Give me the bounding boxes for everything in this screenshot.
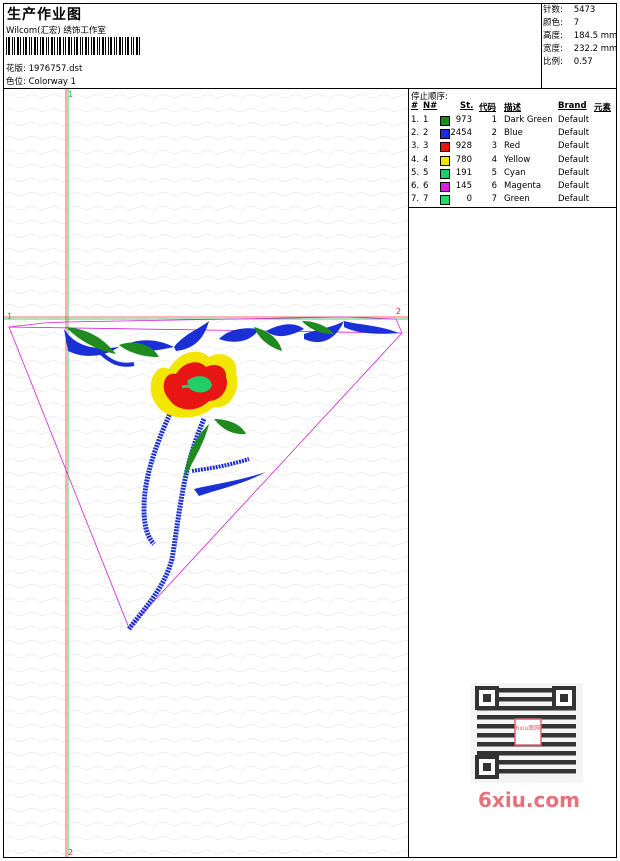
stat-scale: 比例: 0.57 xyxy=(543,57,593,67)
qr-stamp: 6xiu图网 xyxy=(516,725,541,732)
col-code: 代码 xyxy=(479,103,497,113)
colorway-label: 色位: xyxy=(6,77,26,87)
embroidery-design-view: 1 2 1 2 xyxy=(4,89,408,857)
h-marker-right: 2 xyxy=(396,307,401,316)
thread-num: 3. xyxy=(411,141,420,152)
thread-code: 5 xyxy=(491,167,497,178)
h-marker-left: 1 xyxy=(7,312,12,321)
design-stats: 针数: 5473 颜色: 7 高度: 184.5 mm 宽度: 232.2 mm… xyxy=(543,4,617,69)
thread-num: 6. xyxy=(411,181,420,191)
thread-table-header: # N# St. 代码 描述 Brand 元素 xyxy=(410,101,618,113)
thread-code: 7 xyxy=(491,194,497,205)
thread-code: 1 xyxy=(491,115,497,125)
colorway-value: Colorway 1 xyxy=(28,77,77,87)
thread-n: 5 xyxy=(423,167,429,178)
thread-brand: Default xyxy=(558,128,590,139)
thread-n: 3 xyxy=(423,141,429,152)
thread-num: 1. xyxy=(411,115,420,125)
thread-brand: Default xyxy=(558,154,590,165)
thread-code: 4 xyxy=(491,154,497,165)
v-marker-top: 1 xyxy=(68,90,73,99)
thread-code: 6 xyxy=(491,181,497,191)
stat-width: 宽度: 232.2 mm xyxy=(543,44,618,54)
company-name: Wilcom(汇宏) 绣饰工作室 xyxy=(6,26,106,36)
thread-num: 2. xyxy=(411,128,420,139)
watermark-text: 6xiu.com xyxy=(478,788,580,812)
thread-desc: Green xyxy=(504,194,530,205)
thread-color-swatch xyxy=(440,182,450,192)
thread-st: 2454 xyxy=(450,128,472,139)
thread-n: 4 xyxy=(423,154,429,165)
thread-color-swatch xyxy=(440,155,450,166)
thread-color-swatch xyxy=(440,129,450,140)
table-divider xyxy=(408,207,617,208)
thread-color-swatch xyxy=(440,195,450,206)
thread-row: 3. 3 928 3 Red Default xyxy=(410,140,618,153)
thread-n: 1 xyxy=(423,115,429,125)
stat-stitches: 针数: 5473 xyxy=(543,5,596,15)
thread-brand: Default xyxy=(558,141,590,152)
thread-n: 2 xyxy=(423,128,429,139)
stat-height: 高度: 184.5 mm xyxy=(543,31,618,41)
col-num: # xyxy=(411,101,419,111)
thread-row: 5. 5 191 5 Cyan Default xyxy=(410,167,618,180)
thread-brand: Default xyxy=(558,194,590,205)
thread-desc: Dark Green xyxy=(504,115,553,125)
thread-st: 191 xyxy=(455,167,472,178)
barcode xyxy=(6,37,140,55)
col-n: N# xyxy=(423,101,438,111)
thread-st: 973 xyxy=(455,115,472,125)
thread-num: 5. xyxy=(411,167,420,178)
col-brand: Brand xyxy=(558,101,587,111)
thread-code: 2 xyxy=(491,128,497,139)
thread-row: 7. 7 0 7 Green Default xyxy=(410,193,618,206)
thread-color-swatch xyxy=(440,142,450,153)
thread-code: 3 xyxy=(491,141,497,152)
col-st: St. xyxy=(460,101,474,111)
v-marker-bottom: 2 xyxy=(68,848,73,857)
hoop-background xyxy=(4,89,408,857)
page-title: 生产作业图 xyxy=(7,7,82,23)
design-value: 1976757.dst xyxy=(28,64,83,74)
thread-n: 7 xyxy=(423,194,429,205)
thread-brand: Default xyxy=(558,181,590,191)
stat-colors: 颜色: 7 xyxy=(543,18,580,28)
col-element: 元素 xyxy=(594,103,612,113)
qr-code: 6xiu图网 xyxy=(471,683,583,783)
thread-desc: Magenta xyxy=(504,181,542,191)
thread-st: 0 xyxy=(466,194,472,205)
thread-st: 780 xyxy=(455,154,472,165)
panel-divider xyxy=(408,88,409,858)
thread-row: 6. 6 145 6 Magenta Default xyxy=(410,180,618,193)
thread-row: 4. 4 780 4 Yellow Default xyxy=(410,154,618,167)
thread-brand: Default xyxy=(558,115,590,125)
thread-st: 928 xyxy=(455,141,472,152)
design-file: 花版: 1976757.dst xyxy=(6,62,82,74)
thread-color-swatch xyxy=(440,168,450,179)
thread-color-swatch xyxy=(440,116,450,126)
thread-desc: Red xyxy=(504,141,521,152)
header-stats-divider xyxy=(541,3,542,88)
thread-row: 1. 1 973 1 Dark Green Default xyxy=(410,114,618,127)
thread-desc: Cyan xyxy=(504,167,526,178)
col-desc: 描述 xyxy=(504,103,522,113)
thread-num: 7. xyxy=(411,194,420,205)
thread-desc: Blue xyxy=(504,128,523,139)
thread-brand: Default xyxy=(558,167,590,178)
thread-n: 6 xyxy=(423,181,429,191)
thread-num: 4. xyxy=(411,154,420,165)
design-label: 花版: xyxy=(6,64,26,74)
colorway: 色位: Colorway 1 xyxy=(6,75,76,87)
thread-desc: Yellow xyxy=(504,154,531,165)
thread-row: 2. 2 2454 2 Blue Default xyxy=(410,127,618,140)
thread-st: 145 xyxy=(455,181,472,191)
